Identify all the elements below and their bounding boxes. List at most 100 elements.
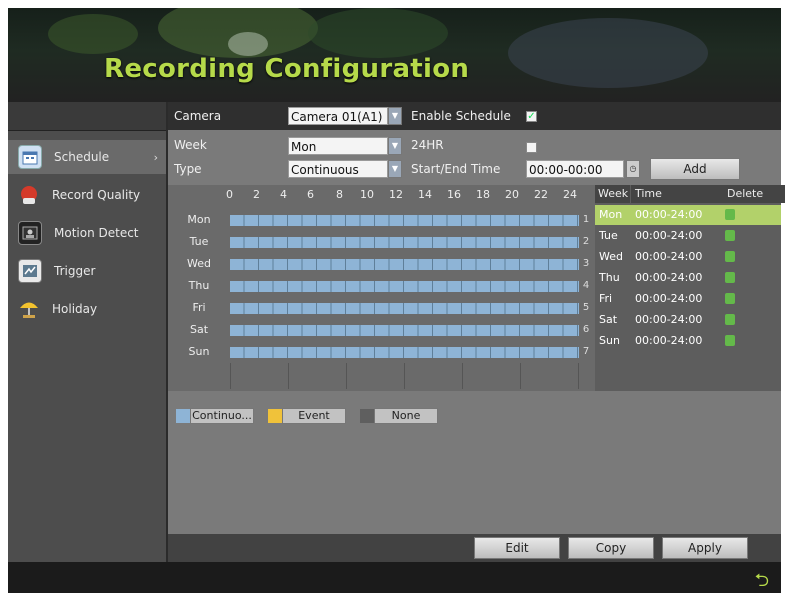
table-row[interactable]: Thu 00:00-24:00: [595, 268, 781, 288]
apply-button[interactable]: Apply: [662, 537, 748, 559]
sidebar-item-label: Motion Detect: [54, 226, 139, 240]
table-row[interactable]: Wed 00:00-24:00: [595, 247, 781, 267]
period-day: Sun: [599, 334, 620, 347]
24hr-label: 24HR: [411, 138, 444, 152]
add-button[interactable]: Add: [650, 158, 740, 180]
type-label: Type: [174, 162, 202, 176]
period-day: Mon: [599, 208, 623, 221]
period-time: 00:00-24:00: [635, 229, 703, 242]
trash-icon[interactable]: [725, 209, 735, 220]
camera-label: Camera: [174, 109, 222, 123]
hour-label: 18: [476, 188, 490, 201]
grid-divider: [404, 363, 405, 389]
chevron-down-icon[interactable]: ▼: [388, 137, 402, 155]
trash-icon[interactable]: [725, 272, 735, 283]
trash-icon[interactable]: [725, 293, 735, 304]
day-label: Sat: [189, 323, 209, 336]
schedule-bar-sun[interactable]: [230, 347, 579, 358]
legend-none: None: [374, 408, 438, 424]
page-title: Recording Configuration: [104, 54, 470, 84]
hour-label: 4: [280, 188, 287, 201]
hour-label: 20: [505, 188, 519, 201]
hour-label: 16: [447, 188, 461, 201]
day-label: Mon: [187, 213, 211, 226]
copy-button[interactable]: Copy: [568, 537, 654, 559]
delete-column-header: Delete: [723, 185, 785, 203]
sidebar-item-holiday[interactable]: Holiday: [8, 292, 166, 326]
trigger-icon: [18, 259, 42, 283]
foliage-decoration: [308, 8, 448, 58]
row-number: 5: [582, 302, 590, 313]
sidebar-item-record-quality[interactable]: Record Quality: [8, 178, 166, 212]
event-swatch: [268, 409, 282, 423]
table-row[interactable]: Fri 00:00-24:00: [595, 289, 781, 309]
period-time: 00:00-24:00: [635, 313, 703, 326]
table-row[interactable]: Tue 00:00-24:00: [595, 226, 781, 246]
schedule-bar-mon[interactable]: [230, 215, 579, 226]
sidebar-item-label: Record Quality: [52, 188, 141, 202]
row-number: 1: [582, 214, 590, 225]
table-row[interactable]: Mon 00:00-24:00: [595, 205, 781, 225]
trash-icon[interactable]: [725, 230, 735, 241]
action-bar: Edit Copy Apply: [168, 534, 781, 562]
trash-icon[interactable]: [725, 335, 735, 346]
recording-config-frame: Recording Configuration Schedule › Recor…: [8, 8, 785, 593]
hour-label: 22: [534, 188, 548, 201]
week-column-header: Week: [595, 185, 630, 203]
chevron-right-icon: ›: [153, 150, 158, 164]
trash-icon[interactable]: [725, 314, 735, 325]
hour-label: 12: [389, 188, 403, 201]
period-day: Fri: [599, 292, 613, 305]
row-number: 3: [582, 258, 590, 269]
clock-icon[interactable]: ◷: [626, 160, 640, 178]
type-select[interactable]: Continuous: [288, 160, 388, 178]
schedule-bar-tue[interactable]: [230, 237, 579, 248]
24hr-checkbox[interactable]: [526, 142, 537, 153]
calendar-icon: [18, 145, 42, 169]
week-select[interactable]: Mon: [288, 137, 388, 155]
grid-divider: [462, 363, 463, 389]
sidebar-item-schedule[interactable]: Schedule ›: [8, 140, 166, 174]
table-row[interactable]: Sat 00:00-24:00: [595, 310, 781, 330]
time-column-header: Time: [631, 185, 723, 203]
sidebar-item-trigger[interactable]: Trigger: [8, 254, 166, 288]
sidebar-item-label: Trigger: [54, 264, 96, 278]
umbrella-icon: [18, 298, 40, 320]
grid-divider: [288, 363, 289, 389]
sky-decoration: [508, 18, 708, 88]
start-end-time-input[interactable]: 00:00-00:00: [526, 160, 624, 178]
schedule-bar-fri[interactable]: [230, 303, 579, 314]
camera-select[interactable]: Camera 01(A1): [288, 107, 388, 125]
enable-schedule-checkbox[interactable]: ✓: [526, 111, 537, 122]
grid-divider: [346, 363, 347, 389]
chevron-down-icon[interactable]: ▼: [388, 160, 402, 178]
period-time: 00:00-24:00: [635, 334, 703, 347]
hour-label: 6: [307, 188, 314, 201]
start-end-time-label: Start/End Time: [411, 162, 501, 176]
hour-label: 0: [226, 188, 233, 201]
day-label: Wed: [187, 257, 211, 270]
schedule-bar-sat[interactable]: [230, 325, 579, 336]
grid-divider: [578, 363, 579, 389]
hour-label: 8: [336, 188, 343, 201]
edit-button[interactable]: Edit: [474, 537, 560, 559]
period-time: 00:00-24:00: [635, 208, 703, 221]
hour-label: 2: [253, 188, 260, 201]
period-day: Wed: [599, 250, 623, 263]
chevron-down-icon[interactable]: ▼: [388, 107, 402, 125]
schedule-bar-wed[interactable]: [230, 259, 579, 270]
sidebar-item-label: Holiday: [52, 302, 98, 316]
trash-icon[interactable]: [725, 251, 735, 262]
camera-bar: Camera Camera 01(A1) ▼ Enable Schedule ✓: [168, 102, 781, 130]
grid-divider: [520, 363, 521, 389]
hour-label: 14: [418, 188, 432, 201]
period-table: Week Time Delete Mon 00:00-24:00 Tue 00:…: [595, 185, 785, 391]
schedule-bar-thu[interactable]: [230, 281, 579, 292]
table-row[interactable]: Sun 00:00-24:00: [595, 331, 781, 351]
record-quality-icon: [18, 184, 40, 206]
schedule-grid[interactable]: 0 2 4 6 8 10 12 14 16 18 20 22 24 Mon 1 …: [168, 185, 595, 391]
row-number: 7: [582, 346, 590, 357]
sidebar-item-motion-detect[interactable]: Motion Detect: [8, 216, 166, 250]
back-icon[interactable]: ⮌: [755, 568, 769, 598]
sidebar: Schedule › Record Quality Motion Detect: [8, 102, 166, 562]
